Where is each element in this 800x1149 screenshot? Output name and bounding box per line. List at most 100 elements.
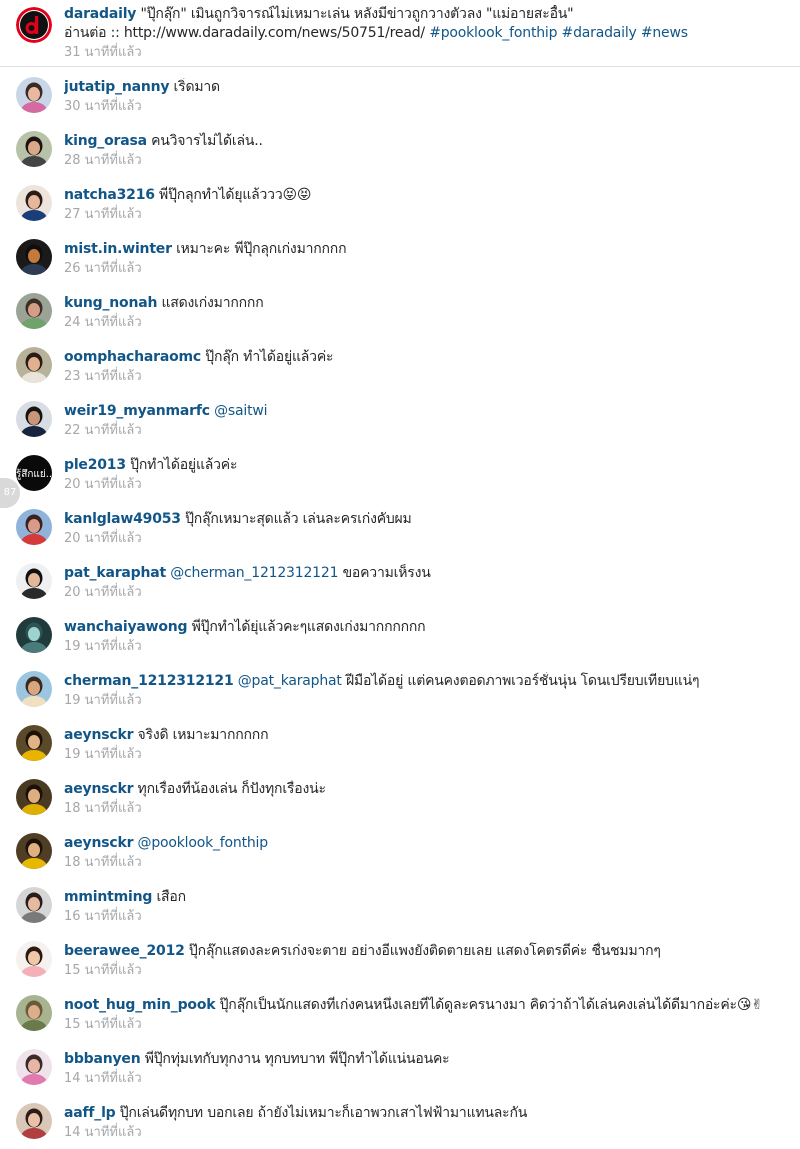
comment-mention[interactable]: @saitwi xyxy=(210,403,267,419)
comment-username[interactable]: weir19_myanmarfc xyxy=(64,403,210,419)
user-avatar[interactable] xyxy=(16,1049,52,1085)
comment-text: พี่ปุ๊กลุกทำได้ยุแล้ววว😝😝 xyxy=(154,187,312,203)
avatar-image xyxy=(16,401,52,437)
comment-text: พี่ปุ๊กทำได้ยุ่แล้วคะๆแสดงเก่งมากกกกกก xyxy=(187,619,426,635)
comment-content: mist.in.winter เหมาะคะ พี่ปุ๊กลุกเก่งมาก… xyxy=(64,240,790,278)
avatar-image xyxy=(16,725,52,761)
comment-content: aaff_lp ปุ๊กเล่นดีทุกบท บอกเลย ถ้ายังไม่… xyxy=(64,1104,790,1142)
comment-mention[interactable]: @pooklook_fonthip xyxy=(133,835,269,851)
avatar-image xyxy=(16,617,52,653)
comment-text: เริ่ดมาด xyxy=(169,79,221,95)
comment-timestamp: 15 นาทีที่แล้ว xyxy=(64,963,142,978)
comment-username[interactable]: aeynsckr xyxy=(64,727,133,743)
user-avatar[interactable] xyxy=(16,887,52,923)
comment-line: aaff_lp ปุ๊กเล่นดีทุกบท บอกเลย ถ้ายังไม่… xyxy=(64,1104,790,1123)
user-avatar[interactable] xyxy=(16,185,52,221)
comment-text: ปุ๊กลุ๊กแสดงละครเก่งจะตาย อย่างอีแพงยังต… xyxy=(184,943,661,959)
comment-text: ทุกเรื่องที่น้องเล่น ก็ปังทุกเรื่องน่ะ xyxy=(133,781,326,797)
comment-mention[interactable]: @pat_karaphat xyxy=(233,673,342,689)
comment-timestamp: 27 นาทีที่แล้ว xyxy=(64,207,142,222)
comment-timestamp: 20 นาทีที่แล้ว xyxy=(64,477,142,492)
avatar-image xyxy=(16,77,52,113)
comment-username[interactable]: wanchaiyawong xyxy=(64,619,188,635)
comment-row: mist.in.winter เหมาะคะ พี่ปุ๊กลุกเก่งมาก… xyxy=(0,231,800,285)
avatar-image xyxy=(16,347,52,383)
comment-text: เหมาะคะ พี่ปุ๊กลุกเก่งมากกกก xyxy=(171,241,347,257)
comment-timestamp: 22 นาทีที่แล้ว xyxy=(64,423,142,438)
caption-text: "ปุ๊กลุ๊ก" เมินถูกวิจารณ์ไม่เหมาะเล่น หล… xyxy=(136,6,574,22)
user-avatar[interactable] xyxy=(16,347,52,383)
user-avatar[interactable] xyxy=(16,779,52,815)
comment-username[interactable]: pat_karaphat xyxy=(64,565,166,581)
avatar-image xyxy=(16,293,52,329)
user-avatar[interactable]: รู้สึกแย่.. xyxy=(16,455,52,491)
user-avatar[interactable] xyxy=(16,131,52,167)
caption-content: daradaily "ปุ๊กลุ๊ก" เมินถูกวิจารณ์ไม่เห… xyxy=(64,5,790,62)
comment-username[interactable]: noot_hug_min_pook xyxy=(64,997,216,1013)
comment-username[interactable]: aaff_lp xyxy=(64,1105,116,1121)
comment-username[interactable]: natcha3216 xyxy=(64,187,155,203)
comment-username[interactable]: bbbanyen xyxy=(64,1051,141,1067)
comment-username[interactable]: kung_nonah xyxy=(64,295,157,311)
avatar-image xyxy=(16,671,52,707)
comment-content: noot_hug_min_pook ปุ๊กลุ๊กเป็นนักแสดงที่… xyxy=(64,996,790,1034)
caption-line: daradaily "ปุ๊กลุ๊ก" เมินถูกวิจารณ์ไม่เห… xyxy=(64,5,790,24)
comment-timestamp: 16 นาทีที่แล้ว xyxy=(64,909,142,924)
comment-text: จริงดิ เหมาะมากกกกก xyxy=(133,727,269,743)
comment-text: ฝีมือได้อยู่ แต่คนคงตอดภาพเวอร์ชั่นนุ่น … xyxy=(341,673,700,689)
comment-timestamp: 14 นาทีที่แล้ว xyxy=(64,1071,142,1086)
comment-content: aeynsckr จริงดิ เหมาะมากกกกก 19 นาทีที่แล… xyxy=(64,726,790,764)
comment-username[interactable]: aeynsckr xyxy=(64,781,133,797)
user-avatar[interactable] xyxy=(16,239,52,275)
comment-row: king_orasa คนวิจารไม่ได้เล่น.. 28 นาทีที่… xyxy=(0,123,800,177)
comment-username[interactable]: mist.in.winter xyxy=(64,241,172,257)
user-avatar[interactable] xyxy=(16,833,52,869)
comment-username[interactable]: king_orasa xyxy=(64,133,147,149)
comment-row: oomphacharaomc ปุ๊กลุ๊ก ทำได้อยู่แล้วค่ะ… xyxy=(0,339,800,393)
comment-timestamp: 19 นาทีที่แล้ว xyxy=(64,639,142,654)
comment-content: ple2013 ปุ๊กทำได้อยู่แล้วค่ะ 20 นาทีที่แล… xyxy=(64,456,790,494)
comment-username[interactable]: cherman_1212312121 xyxy=(64,673,234,689)
comment-timestamp: 19 นาทีที่แล้ว xyxy=(64,693,142,708)
user-avatar[interactable] xyxy=(16,1103,52,1139)
comment-content: wanchaiyawong พี่ปุ๊กทำได้ยุ่แล้วคะๆแสดง… xyxy=(64,618,790,656)
comment-username[interactable]: aeynsckr xyxy=(64,835,133,851)
user-avatar[interactable] xyxy=(16,401,52,437)
user-avatar[interactable] xyxy=(16,293,52,329)
comment-username[interactable]: mmintming xyxy=(64,889,152,905)
user-avatar[interactable] xyxy=(16,725,52,761)
comment-line: cherman_1212312121 @pat_karaphat ฝีมือได… xyxy=(64,672,790,691)
user-avatar[interactable] xyxy=(16,941,52,977)
comment-username[interactable]: oomphacharaomc xyxy=(64,349,201,365)
comment-username[interactable]: jutatip_nanny xyxy=(64,79,169,95)
comment-content: aeynsckr ทุกเรื่องที่น้องเล่น ก็ปังทุกเร… xyxy=(64,780,790,818)
comment-mention[interactable]: @cherman_1212312121 xyxy=(166,565,338,581)
user-avatar[interactable] xyxy=(16,995,52,1031)
caption-hashtags[interactable]: #pooklook_fonthip #daradaily #news xyxy=(429,25,688,41)
comment-line: wanchaiyawong พี่ปุ๊กทำได้ยุ่แล้วคะๆแสดง… xyxy=(64,618,790,637)
avatar-image xyxy=(16,185,52,221)
comment-timestamp: 18 นาทีที่แล้ว xyxy=(64,801,142,816)
avatar-image xyxy=(16,833,52,869)
comment-timestamp: 20 นาทีที่แล้ว xyxy=(64,531,142,546)
daradaily-avatar[interactable] xyxy=(16,7,52,43)
comment-username[interactable]: ple2013 xyxy=(64,457,126,473)
comment-line: kung_nonah แสดงเก่งมากกกก xyxy=(64,294,790,313)
user-avatar[interactable] xyxy=(16,77,52,113)
comment-username[interactable]: beerawee_2012 xyxy=(64,943,185,959)
user-avatar[interactable] xyxy=(16,617,52,653)
user-avatar[interactable] xyxy=(16,671,52,707)
comment-content: natcha3216 พี่ปุ๊กลุกทำได้ยุแล้ววว😝😝 27 น… xyxy=(64,186,790,224)
caption-username[interactable]: daradaily xyxy=(64,6,136,22)
caption-line-2: อ่านต่อ :: http://www.daradaily.com/news… xyxy=(64,24,790,43)
comment-content: weir19_myanmarfc @saitwi 22 นาทีที่แล้ว xyxy=(64,402,790,440)
user-avatar[interactable] xyxy=(16,509,52,545)
comment-content: kanlglaw49053 ปุ๊กลุ๊กเหมาะสุดแล้ว เล่นล… xyxy=(64,510,790,548)
avatar-image xyxy=(16,1049,52,1085)
comment-username[interactable]: kanlglaw49053 xyxy=(64,511,181,527)
user-avatar[interactable] xyxy=(16,563,52,599)
comment-text: คนวิจารไม่ได้เล่น.. xyxy=(146,133,263,149)
avatar-image xyxy=(16,131,52,167)
comment-line: pat_karaphat @cherman_1212312121 ขอความเ… xyxy=(64,564,790,583)
comment-content: cherman_1212312121 @pat_karaphat ฝีมือได… xyxy=(64,672,790,710)
